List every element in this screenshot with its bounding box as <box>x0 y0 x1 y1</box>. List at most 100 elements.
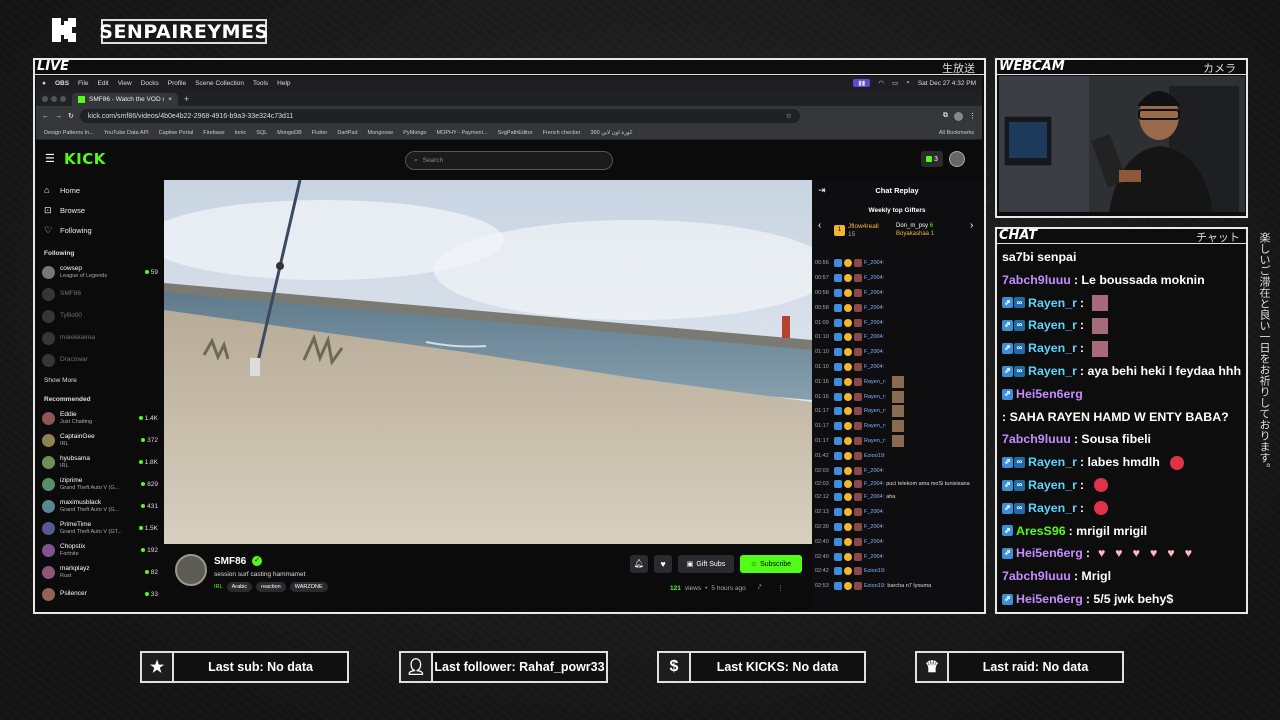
close-window-icon[interactable] <box>42 96 48 102</box>
bookmark-item[interactable]: SQL <box>256 130 267 136</box>
kicks-balance-badge[interactable]: 3 <box>921 151 943 167</box>
recommended-item[interactable]: Eddie Just Chatting 1.4K <box>36 407 164 429</box>
bookmark-item[interactable]: Ionic <box>235 130 247 136</box>
bookmark-item[interactable]: MOPHY - Paymeni... <box>436 130 487 136</box>
chat-username[interactable]: 7abch9luuu <box>1002 269 1071 292</box>
message-user[interactable]: F_2004: <box>864 290 884 296</box>
menu-profile[interactable]: Profile <box>168 80 186 87</box>
kick-logo[interactable]: KICK <box>64 150 106 168</box>
bookmark-item[interactable]: Captive Portal <box>159 130 194 136</box>
menu-view[interactable]: View <box>118 80 132 87</box>
bookmark-star-icon[interactable]: ☆ <box>786 112 792 120</box>
message-user[interactable]: F_2004: <box>864 494 884 500</box>
recommended-item[interactable]: maximusblack Grand Theft Auto V (G... 431 <box>36 495 164 517</box>
bookmark-item[interactable]: Firebase <box>203 130 224 136</box>
stream-channel-name[interactable]: SMF86 <box>214 556 246 567</box>
message-user[interactable]: Ezioo19: <box>864 453 885 459</box>
message-user[interactable]: F_2004: <box>864 320 884 326</box>
bookmark-item[interactable]: PyMongo <box>403 130 426 136</box>
profile-avatar[interactable] <box>954 111 963 121</box>
menu-file[interactable]: File <box>78 80 88 87</box>
gift-subs-button[interactable]: ▣ Gift Subs <box>678 555 734 573</box>
message-user[interactable]: Ezioo19: <box>864 583 885 589</box>
more-options-icon[interactable]: ⋮ <box>777 584 784 592</box>
wifi-icon[interactable]: ◠ <box>878 79 884 87</box>
chat-username[interactable]: Rayen_r <box>1028 474 1077 497</box>
category-link[interactable]: IRL <box>214 584 223 590</box>
menu-tools[interactable]: Tools <box>253 80 268 87</box>
message-user[interactable]: Rayen_r: <box>864 394 886 400</box>
tag-reaction[interactable]: reaction <box>256 582 286 592</box>
bookmark-item[interactable]: كورة اون لاين 360 <box>591 130 633 136</box>
gifter-1[interactable]: 1 Jflow4reall 15 <box>834 223 879 239</box>
clock[interactable]: Sat Dec 27 4:32 PM <box>918 80 976 87</box>
chat-username[interactable]: 7abch9luuu <box>1002 565 1071 588</box>
menu-scene-collection[interactable]: Scene Collection <box>195 80 244 87</box>
nav-home[interactable]: ⌂ Home <box>36 180 164 200</box>
bookmark-item[interactable]: French checker <box>543 130 581 136</box>
message-user[interactable]: F_2004: <box>864 468 884 474</box>
hamburger-icon[interactable]: ☰ <box>45 152 55 165</box>
show-more-link[interactable]: Show More <box>36 371 164 392</box>
recommended-item[interactable]: markplayz Rust 82 <box>36 561 164 583</box>
chat-username[interactable]: Hei5en6erg <box>1016 588 1083 610</box>
message-user[interactable]: F_2004: <box>864 539 884 545</box>
message-user[interactable]: F_2004: <box>864 480 884 488</box>
chat-username[interactable]: Rayen_r <box>1028 337 1077 360</box>
chat-username[interactable]: Rayen_r <box>1028 314 1077 337</box>
apple-icon[interactable]: ● <box>42 80 46 87</box>
search-tray-icon[interactable]: ⌕ <box>906 79 910 87</box>
browser-tab[interactable]: SMF86 - Watch the VOD on K × <box>72 93 178 106</box>
all-bookmarks[interactable]: All Bookmarks <box>939 130 974 136</box>
tab-close-icon[interactable]: × <box>168 96 172 103</box>
message-user[interactable]: Rayen_r: <box>864 408 886 414</box>
message-user[interactable]: F_2004: <box>864 349 884 355</box>
back-icon[interactable]: ← <box>42 113 49 120</box>
recommended-item[interactable]: Psilencer 33 <box>36 583 164 605</box>
bookmark-item[interactable]: Flutter <box>312 130 328 136</box>
tag-warzone[interactable]: WARZONE <box>289 582 328 592</box>
user-avatar[interactable] <box>949 151 965 167</box>
new-tab-icon[interactable]: + <box>184 94 189 104</box>
message-user[interactable]: Ezioo19: <box>864 568 885 574</box>
bookmark-item[interactable]: Design Patterns In... <box>44 130 94 136</box>
following-item[interactable]: cowsep League of Legends 59 <box>36 261 164 283</box>
message-user[interactable]: F_2004: <box>864 275 884 281</box>
reload-icon[interactable]: ↻ <box>68 112 74 120</box>
following-item[interactable]: SMF86 <box>36 283 164 305</box>
chat-username[interactable]: Rayen_r <box>1028 451 1077 474</box>
recommended-item[interactable]: CaptainGee IRL 372 <box>36 429 164 451</box>
menu-help[interactable]: Help <box>277 80 290 87</box>
chat-username[interactable]: Hei5en6erg <box>1016 383 1083 406</box>
video-player[interactable] <box>164 180 812 544</box>
bookmark-item[interactable]: SvgPathEditor <box>497 130 532 136</box>
nav-browse[interactable]: ⊡ Browse <box>36 200 164 220</box>
tray-app-icon[interactable]: ▮▮ <box>853 79 871 87</box>
chat-username[interactable]: 7abch9luuu <box>1002 428 1071 451</box>
gifter-2[interactable]: Don_m_psy 6 Boyakashaa 1 <box>896 223 934 239</box>
message-user[interactable]: F_2004: <box>864 524 884 530</box>
tag-arabic[interactable]: Arabic <box>226 582 253 592</box>
menu-edit[interactable]: Edit <box>98 80 109 87</box>
browser-menu-icon[interactable]: ⋮ <box>969 112 976 120</box>
bookmark-item[interactable]: YouTube Data API <box>104 130 149 136</box>
message-user[interactable]: F_2004: <box>864 305 884 311</box>
url-field[interactable]: kick.com/smf86/videos/4b0e4b22-2968-4916… <box>79 109 800 123</box>
recommended-item[interactable]: Chopstix Fortnite 192 <box>36 539 164 561</box>
menu-obs[interactable]: OBS <box>55 80 69 87</box>
share-icon[interactable]: ⤤ <box>758 584 762 592</box>
message-user[interactable]: F_2004: <box>864 334 884 340</box>
chat-username[interactable]: Rayen_r <box>1028 360 1077 383</box>
subscribe-button[interactable]: ☆ Subscribe <box>740 555 802 573</box>
search-input[interactable]: ⌕ Search <box>405 151 613 170</box>
chat-username[interactable]: Hei5en6erg <box>1016 542 1083 565</box>
following-item[interactable]: malekkairoa <box>36 327 164 349</box>
maximize-window-icon[interactable] <box>60 96 66 102</box>
minimize-window-icon[interactable] <box>51 96 57 102</box>
recommended-item[interactable]: iziprime Grand Theft Auto V (G... 829 <box>36 473 164 495</box>
chat-username[interactable]: AresS96 <box>1016 520 1066 543</box>
message-user[interactable]: F_2004: <box>864 554 884 560</box>
battery-icon[interactable]: ▭ <box>892 79 898 87</box>
following-item[interactable]: Dracowar <box>36 349 164 371</box>
chat-username[interactable]: Rayen_r <box>1028 292 1077 315</box>
